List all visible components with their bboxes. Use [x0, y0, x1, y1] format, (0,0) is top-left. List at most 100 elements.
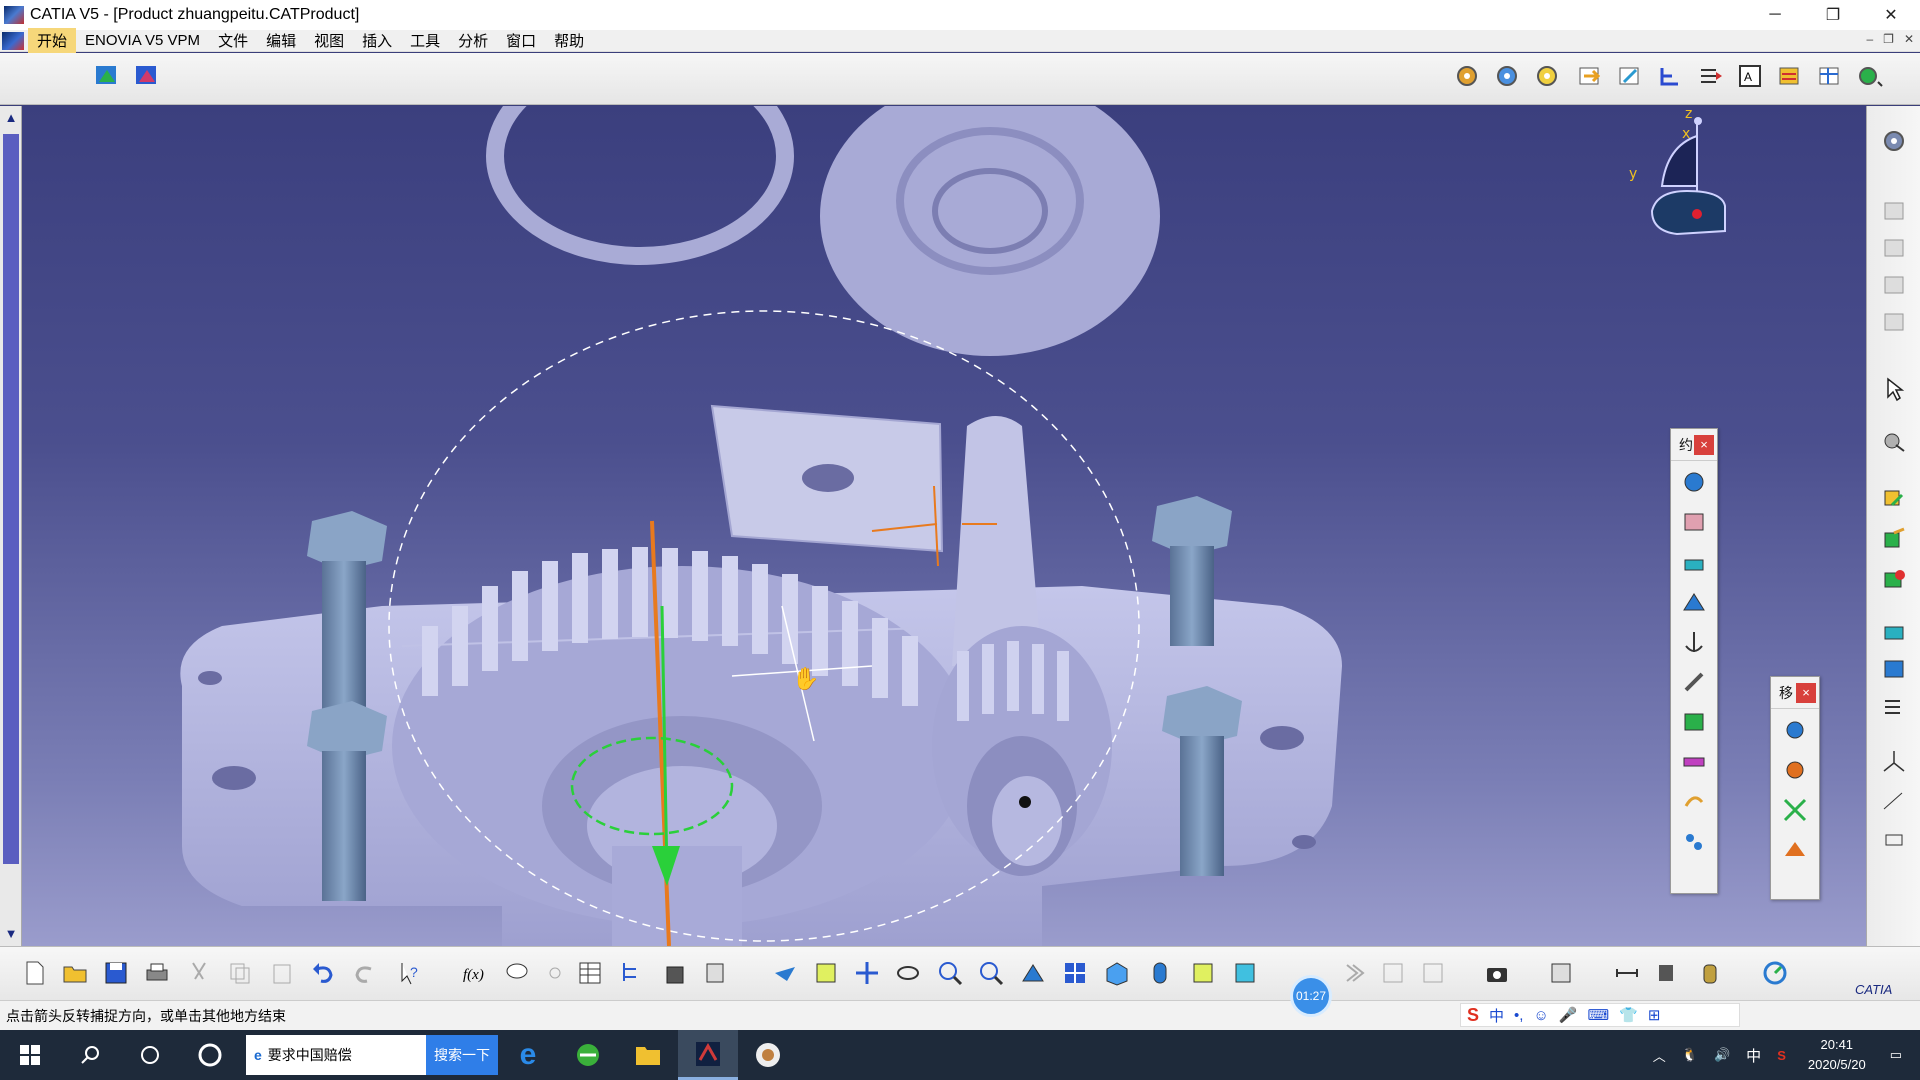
- more-tools-icon[interactable]: [1855, 61, 1885, 91]
- table-edit-icon[interactable]: [1815, 61, 1845, 91]
- 3d-compass[interactable]: x z y: [1607, 106, 1757, 256]
- restore-button[interactable]: ❐: [1804, 0, 1862, 30]
- redo-icon[interactable]: [350, 958, 380, 988]
- product-workbench-icon[interactable]: [92, 61, 122, 91]
- volume-icon[interactable]: 🔊: [1714, 1047, 1730, 1063]
- menu-analyze[interactable]: 分析: [449, 28, 497, 53]
- snap-tool-icon[interactable]: [1879, 426, 1909, 456]
- menu-edit[interactable]: 编辑: [257, 28, 305, 53]
- hide-show-icon[interactable]: [1188, 958, 1218, 988]
- whats-this-icon[interactable]: ?: [395, 958, 425, 988]
- menu-view[interactable]: 视图: [305, 28, 353, 53]
- existing-component-icon[interactable]: [1879, 307, 1909, 337]
- rotate-icon[interactable]: [893, 958, 923, 988]
- sogou-tray-icon[interactable]: S: [1777, 1048, 1786, 1063]
- catalog-icon[interactable]: [660, 958, 690, 988]
- edge-browser-icon[interactable]: e: [498, 1030, 558, 1080]
- catia-taskbar-icon[interactable]: [678, 1030, 738, 1080]
- zoom-in-icon[interactable]: [935, 958, 965, 988]
- browser-search-input[interactable]: e 要求中国赔偿: [246, 1035, 426, 1075]
- gear-icon[interactable]: [1879, 126, 1909, 156]
- recorder-app-icon[interactable]: [738, 1030, 798, 1080]
- ime-toolbar[interactable]: S 中 •, ☺ 🎤 ⌨ 👕 ⊞: [1460, 1003, 1740, 1027]
- assembly-model-scene[interactable]: ✋: [22, 106, 1866, 946]
- ring-part[interactable]: [486, 106, 794, 265]
- angle-constraint-icon[interactable]: [1675, 583, 1713, 621]
- insert-component-icon[interactable]: [1879, 196, 1909, 226]
- design-table-icon[interactable]: [575, 958, 605, 988]
- new-file-icon[interactable]: [20, 958, 50, 988]
- publication-icon[interactable]: [1879, 484, 1909, 514]
- 3d-viewport[interactable]: ✋ x z y: [22, 106, 1866, 946]
- cover-part[interactable]: [820, 106, 1160, 356]
- system-clock[interactable]: 20:41 2020/5/20: [1808, 1035, 1866, 1075]
- insert-product-icon[interactable]: [1879, 233, 1909, 263]
- fix-component-icon[interactable]: [1675, 623, 1713, 661]
- zoom-out-icon[interactable]: [976, 958, 1006, 988]
- camera-icon[interactable]: [1482, 958, 1512, 988]
- scene-icon[interactable]: [700, 958, 730, 988]
- file-explorer-icon[interactable]: [618, 1030, 678, 1080]
- menu-help[interactable]: 帮助: [545, 28, 593, 53]
- qq-tray-icon[interactable]: 🐧: [1682, 1047, 1698, 1063]
- sectioning-icon[interactable]: [1879, 692, 1909, 722]
- clash-icon[interactable]: [1879, 654, 1909, 684]
- change-constraint-icon[interactable]: [1675, 783, 1713, 821]
- knowledge-icon[interactable]: [540, 958, 570, 988]
- annotation-icon[interactable]: A: [1735, 61, 1765, 91]
- snap-move-icon[interactable]: [1776, 751, 1814, 789]
- manipulation-icon[interactable]: [1776, 711, 1814, 749]
- axis-icon[interactable]: [1879, 746, 1909, 776]
- measure-icon[interactable]: [1879, 616, 1909, 646]
- ime-voice-icon[interactable]: 🎤: [1559, 1006, 1578, 1024]
- replace-arrow-icon[interactable]: [1615, 61, 1645, 91]
- measure-item-icon[interactable]: [1652, 958, 1682, 988]
- close-button[interactable]: ✕: [1862, 0, 1920, 30]
- scroll-thumb[interactable]: [3, 134, 19, 864]
- specification-tree-icon[interactable]: [617, 958, 647, 988]
- quick-constraint-icon[interactable]: [1675, 703, 1713, 741]
- swap-visible-space-icon[interactable]: [1230, 958, 1260, 988]
- menu-enovia[interactable]: ENOVIA V5 VPM: [76, 30, 209, 51]
- catia-menu-icon[interactable]: [2, 31, 24, 50]
- flexible-rigid-icon[interactable]: [1675, 743, 1713, 781]
- contact-constraint-icon[interactable]: [1675, 503, 1713, 541]
- comment-icon[interactable]: [502, 958, 532, 988]
- open-folder-icon[interactable]: [60, 958, 90, 988]
- cut-icon[interactable]: [184, 958, 214, 988]
- gear-icon[interactable]: [1452, 61, 1482, 91]
- offset-constraint-icon[interactable]: [1675, 543, 1713, 581]
- menu-insert[interactable]: 插入: [353, 28, 401, 53]
- normal-view-icon[interactable]: [1018, 958, 1048, 988]
- constraints-panel-close-button[interactable]: ×: [1694, 434, 1714, 455]
- scroll-up-icon[interactable]: ▲: [3, 110, 19, 126]
- undo-icon[interactable]: [308, 958, 338, 988]
- ime-skin-icon[interactable]: 👕: [1619, 1006, 1638, 1024]
- move-panel-close-button[interactable]: ×: [1796, 682, 1816, 703]
- stop-manipulate-on-clash-icon[interactable]: [1776, 831, 1814, 869]
- minimize-button[interactable]: ─: [1746, 0, 1804, 30]
- measure-inertia-icon[interactable]: [1695, 958, 1725, 988]
- notification-icon[interactable]: ▭: [1890, 1047, 1902, 1063]
- mdi-restore-button[interactable]: ❐: [1883, 32, 1894, 46]
- isometric-view-icon[interactable]: [1102, 958, 1132, 988]
- menu-file[interactable]: 文件: [209, 28, 257, 53]
- gear-blue-icon[interactable]: [1492, 61, 1522, 91]
- insert-part-icon[interactable]: [1879, 270, 1909, 300]
- constraint-icon[interactable]: [1879, 524, 1909, 554]
- ime-keyboard-icon[interactable]: ⌨: [1587, 1006, 1609, 1024]
- next-arrow-icon[interactable]: [1338, 958, 1368, 988]
- insert-arrow-icon[interactable]: [1575, 61, 1605, 91]
- manipulate-icon[interactable]: [1546, 958, 1576, 988]
- scroll-down-icon[interactable]: ▼: [3, 926, 19, 942]
- pinwheel-app-icon[interactable]: [180, 1030, 240, 1080]
- search-button[interactable]: 搜索一下: [426, 1035, 498, 1075]
- bill-of-material-icon[interactable]: [1775, 61, 1805, 91]
- search-icon[interactable]: [60, 1030, 120, 1080]
- paste-icon[interactable]: [267, 958, 297, 988]
- ime-emoji-icon[interactable]: ☺: [1533, 1007, 1548, 1024]
- viewport-vertical-scrollbar[interactable]: ▲ ▼: [0, 106, 22, 946]
- formula-icon[interactable]: f(x): [460, 958, 490, 988]
- measure-between-icon[interactable]: [1612, 958, 1642, 988]
- ime-punctuation-icon[interactable]: •,: [1514, 1007, 1523, 1024]
